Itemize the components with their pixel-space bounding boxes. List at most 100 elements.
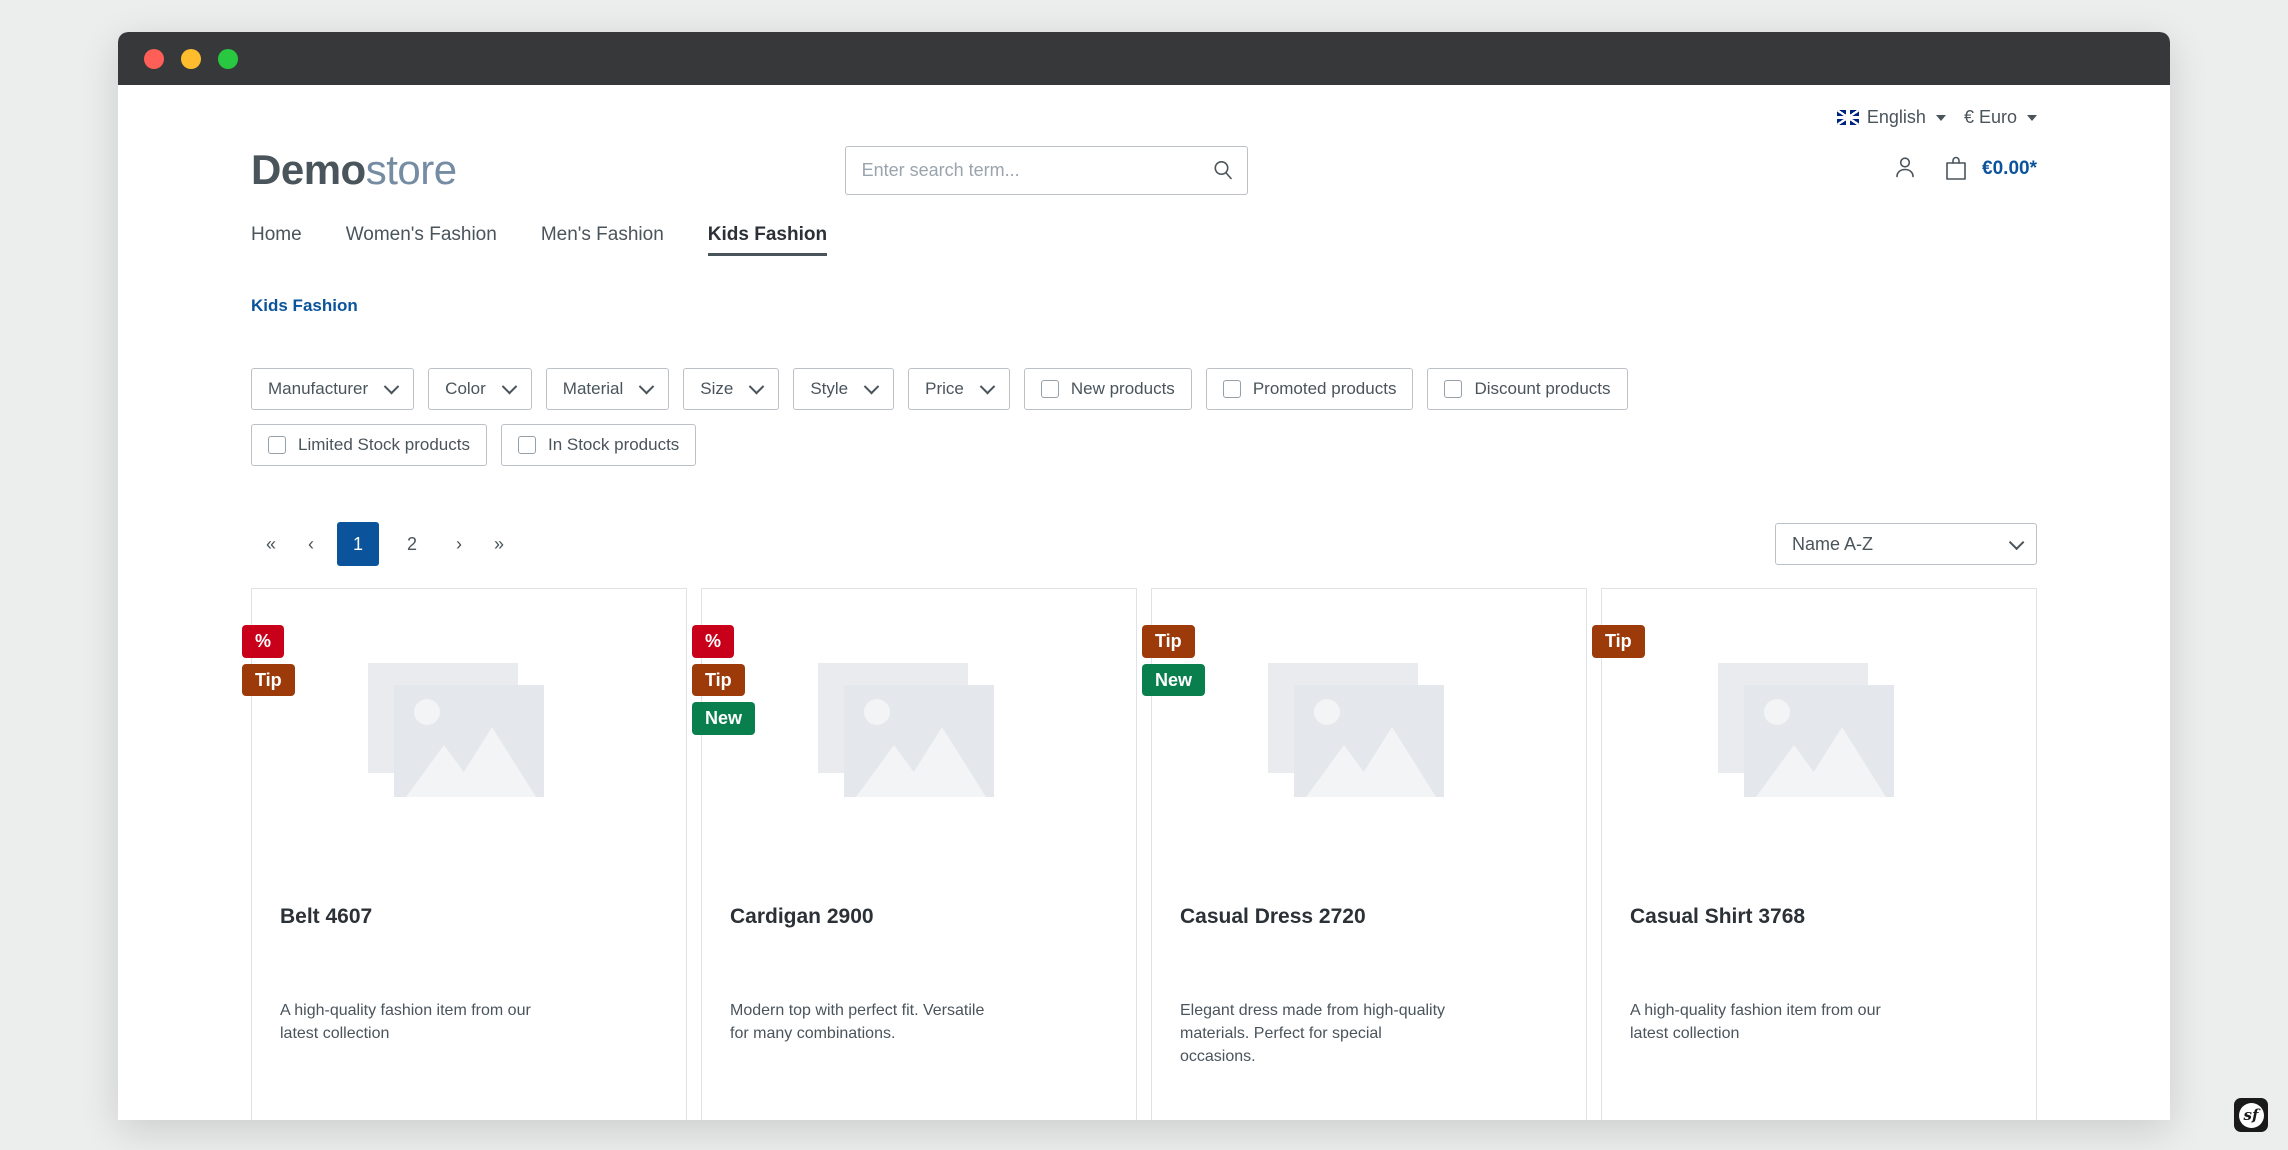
account-button[interactable]	[1892, 154, 1918, 185]
filter-in-stock-label: In Stock products	[547, 435, 680, 454]
product-card[interactable]: % Tip New Cardigan 2900 Modern top with …	[692, 588, 1137, 1120]
product-badges: % Tip New	[692, 625, 756, 736]
nav-item-womens-fashion[interactable]: Women's Fashion	[346, 224, 497, 256]
nav-item-kids-fashion[interactable]: Kids Fashion	[707, 224, 828, 256]
pagination-page-2[interactable]: 2	[391, 522, 433, 566]
filter-manufacturer-label: Manufacturer	[268, 379, 369, 398]
currency-label: € Euro	[1963, 107, 2017, 127]
product-badges: Tip	[1592, 625, 1645, 658]
minimize-window-button[interactable]	[181, 48, 201, 69]
pagination-page-1[interactable]: 1	[337, 522, 379, 566]
symfony-debug-toolbar-button[interactable]: sf	[2234, 1098, 2268, 1132]
maximize-window-button[interactable]	[218, 48, 238, 69]
filter-style[interactable]: Style	[793, 368, 895, 410]
browser-window: English € Euro Demostore Enter search te…	[118, 32, 2170, 1120]
product-grid: % Tip Belt 4607 A high-quality fashion i…	[242, 588, 2037, 1120]
breadcrumb[interactable]: Kids Fashion	[251, 296, 2037, 316]
checkbox-limited-stock-products[interactable]	[268, 436, 286, 454]
search-submit-button[interactable]	[1206, 153, 1240, 187]
desktop-background: English € Euro Demostore Enter search te…	[0, 0, 2288, 1150]
product-card[interactable]: % Tip Belt 4607 A high-quality fashion i…	[242, 588, 687, 1120]
account-area: €0.00*	[1892, 154, 2037, 187]
nav-item-home[interactable]: Home	[251, 224, 302, 256]
checkbox-discount-products[interactable]	[1444, 380, 1463, 398]
product-name[interactable]: Casual Dress 2720	[1180, 905, 1560, 929]
top-meta-bar: English € Euro	[251, 85, 2037, 128]
sorting-selected-value: Name A-Z	[1792, 533, 1874, 554]
image-placeholder-icon	[1268, 663, 1444, 813]
badge-tip: Tip	[1592, 625, 1645, 658]
product-name[interactable]: Cardigan 2900	[730, 905, 1110, 929]
filter-material-label: Material	[562, 379, 624, 398]
filter-size-label: Size	[700, 379, 734, 398]
chevron-down-icon	[383, 378, 400, 394]
filter-manufacturer[interactable]: Manufacturer	[251, 368, 415, 410]
sorting-select[interactable]: Name A-Z	[1775, 523, 2037, 565]
image-placeholder-icon	[818, 663, 994, 813]
search-input[interactable]	[844, 145, 1248, 195]
user-icon	[1896, 156, 1914, 177]
filter-in-stock-products[interactable]: In Stock products	[500, 424, 697, 466]
close-window-button[interactable]	[144, 48, 164, 69]
filter-limited-stock-label: Limited Stock products	[298, 435, 470, 454]
filter-promoted-products[interactable]: Promoted products	[1205, 368, 1414, 410]
checkbox-promoted-products[interactable]	[1222, 380, 1241, 398]
pagination: « ‹ 1 2 › »	[251, 522, 519, 566]
badge-tip: Tip	[692, 663, 745, 697]
product-image[interactable]	[1602, 635, 2010, 841]
language-label: English	[1866, 107, 1926, 127]
logo-light-text: store	[365, 146, 457, 193]
page-viewport: English € Euro Demostore Enter search te…	[118, 85, 2170, 1120]
product-description: Elegant dress made from high-quality mat…	[1180, 1002, 1446, 1066]
product-name[interactable]: Casual Shirt 3768	[1630, 905, 2010, 929]
badge-tip: Tip	[1142, 625, 1195, 658]
checkbox-new-products[interactable]	[1040, 380, 1059, 398]
badge-discount: %	[692, 625, 735, 658]
filter-bar-row-1: Manufacturer Color Material Size Style P…	[251, 368, 2037, 410]
product-description: A high-quality fashion item from our lat…	[280, 1002, 531, 1043]
badge-discount: %	[242, 625, 285, 658]
currency-selector[interactable]: € Euro	[1964, 107, 2037, 128]
symfony-logo-icon: sf	[2238, 1102, 2264, 1128]
badge-new: New	[692, 702, 756, 736]
uk-flag-icon	[1836, 110, 1859, 125]
filter-color[interactable]: Color	[428, 368, 532, 410]
nav-item-mens-fashion[interactable]: Men's Fashion	[541, 224, 664, 256]
filter-discount-products[interactable]: Discount products	[1427, 368, 1628, 410]
language-selector[interactable]: English	[1836, 107, 1946, 128]
filter-new-products[interactable]: New products	[1023, 368, 1192, 410]
chevron-down-icon	[2027, 114, 2037, 121]
chevron-down-icon	[501, 378, 518, 394]
checkbox-in-stock-products[interactable]	[517, 436, 536, 454]
search-box	[844, 145, 1248, 195]
pagination-first-button[interactable]: «	[251, 522, 291, 566]
image-placeholder-icon	[368, 663, 544, 813]
pagination-prev-button[interactable]: ‹	[291, 522, 331, 566]
cart-total-amount: €0.00*	[1982, 158, 2037, 179]
logo-bold-text: Demo	[251, 146, 366, 193]
chevron-down-icon	[2008, 534, 2025, 550]
listing-toolbar: « ‹ 1 2 › » Name A-Z	[251, 522, 2037, 566]
product-card[interactable]: Tip Casual Shirt 3768 A high-quality fas…	[1592, 588, 2037, 1120]
filter-price-label: Price	[925, 379, 964, 398]
product-card[interactable]: Tip New Casual Dress 2720 Elegant dress …	[1142, 588, 1587, 1120]
pagination-next-button[interactable]: ›	[439, 522, 479, 566]
filter-size[interactable]: Size	[683, 368, 780, 410]
product-image[interactable]	[1152, 635, 1560, 841]
product-image[interactable]	[702, 635, 1110, 841]
filter-limited-stock-products[interactable]: Limited Stock products	[251, 424, 487, 466]
badge-tip: Tip	[242, 663, 295, 697]
chevron-down-icon	[1935, 114, 1946, 121]
filter-material[interactable]: Material	[545, 368, 670, 410]
site-logo[interactable]: Demostore	[251, 146, 457, 194]
cart-button[interactable]: €0.00*	[1944, 156, 2037, 182]
chevron-down-icon	[749, 378, 765, 394]
search-icon	[1214, 161, 1232, 180]
filter-price[interactable]: Price	[908, 368, 1010, 410]
site-header: Demostore Enter search term... €0.00*	[251, 134, 2037, 206]
product-image[interactable]	[252, 635, 660, 841]
product-name[interactable]: Belt 4607	[280, 905, 660, 929]
chevron-down-icon	[979, 378, 996, 394]
pagination-last-button[interactable]: »	[479, 522, 519, 566]
filter-style-label: Style	[810, 379, 849, 398]
